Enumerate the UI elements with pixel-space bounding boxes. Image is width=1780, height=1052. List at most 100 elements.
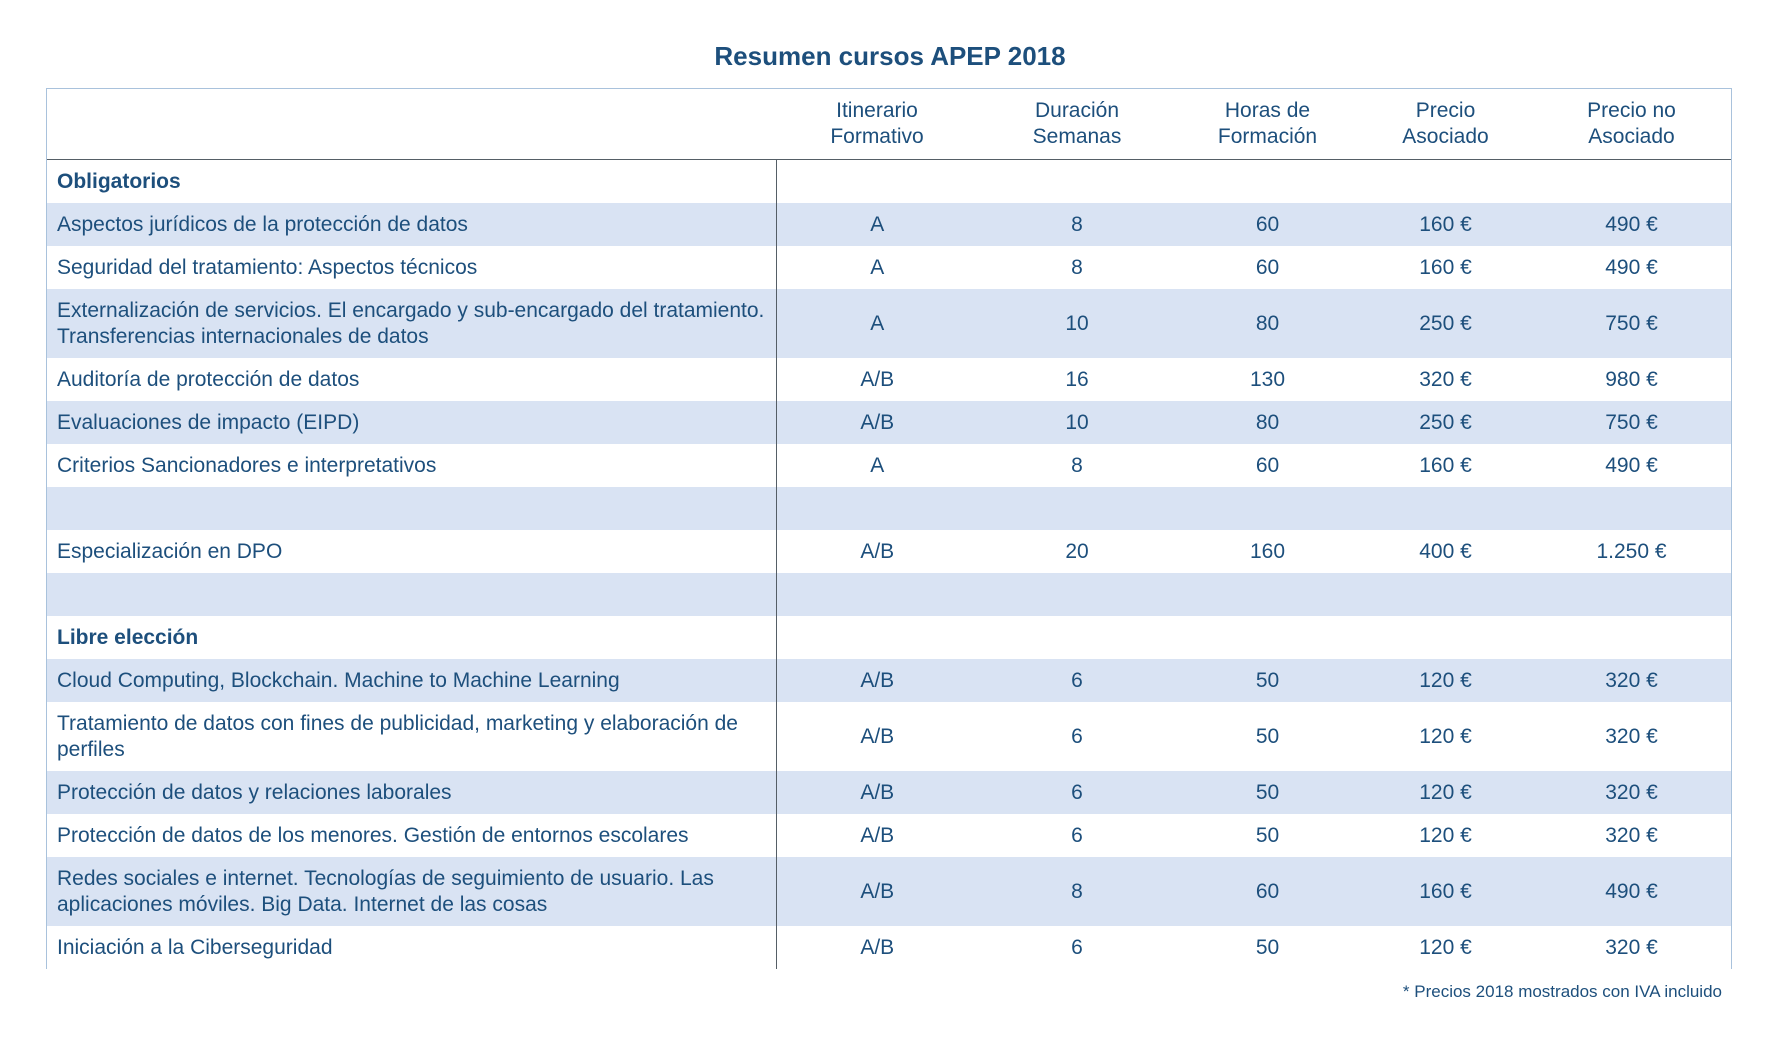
precio-asociado-cell: 250 € xyxy=(1359,401,1532,444)
table-row: Externalización de servicios. El encarga… xyxy=(47,289,1731,358)
itinerario-cell: A xyxy=(776,203,978,246)
course-name: Externalización de servicios. El encarga… xyxy=(47,289,777,358)
itinerario-cell: A/B xyxy=(860,935,895,959)
course-name: Especialización en DPO xyxy=(47,530,777,573)
course-name: Evaluaciones de impacto (EIPD) xyxy=(47,401,777,444)
horas-cell: 60 xyxy=(1176,203,1359,246)
duracion-cell: 6 xyxy=(1071,823,1083,847)
table-header-row: Itinerario Formativo Duración Semanas Ho… xyxy=(47,89,1731,160)
precio-asociado-cell: 160 € xyxy=(1359,203,1532,246)
duracion-cell: 6 xyxy=(1071,935,1083,959)
duracion-cell: 6 xyxy=(978,659,1176,702)
course-name: Aspectos jurídicos de la protección de d… xyxy=(47,203,777,246)
header-horas-line2: Formación xyxy=(1217,125,1318,148)
horas-cell: 80 xyxy=(1176,401,1359,444)
table-row: Criterios Sancionadores e interpretativo… xyxy=(47,444,1731,487)
table-row: Cloud Computing, Blockchain. Machine to … xyxy=(47,659,1731,702)
itinerario-cell: A/B xyxy=(860,823,895,847)
table-cell xyxy=(47,487,777,530)
itinerario-cell: A/B xyxy=(776,771,978,814)
table-row: Evaluaciones de impacto (EIPD) A/B 10 80… xyxy=(47,401,1731,444)
horas-cell: 50 xyxy=(1255,935,1280,959)
precio-asociado-cell: 320 € xyxy=(1419,367,1472,391)
duracion-cell: 10 xyxy=(978,401,1176,444)
header-precio-no-asociado-line2: Asociado xyxy=(1588,125,1675,148)
table-cell xyxy=(776,487,1731,530)
horas-cell: 50 xyxy=(1176,771,1359,814)
table-cell xyxy=(776,573,1731,616)
precio-no-asociado-cell: 320 € xyxy=(1605,823,1658,847)
course-name: Criterios Sancionadores e interpretativo… xyxy=(47,444,777,487)
header-precio-asociado-line1: Precio xyxy=(1415,99,1476,122)
horas-cell: 60 xyxy=(1176,857,1359,926)
course-name: Redes sociales e internet. Tecnologías d… xyxy=(47,857,777,926)
precio-asociado-cell: 120 € xyxy=(1419,935,1472,959)
blank-row xyxy=(47,573,1731,616)
precio-no-asociado-cell: 750 € xyxy=(1532,289,1731,358)
precio-no-asociado-cell: 980 € xyxy=(1605,367,1658,391)
precio-asociado-cell: 120 € xyxy=(1359,659,1532,702)
course-name: Seguridad del tratamiento: Aspectos técn… xyxy=(47,246,777,289)
course-name: Tratamiento de datos con fines de public… xyxy=(47,702,777,771)
precio-no-asociado-cell: 490 € xyxy=(1605,453,1658,477)
courses-table: Itinerario Formativo Duración Semanas Ho… xyxy=(47,89,1731,969)
section-row: Obligatorios xyxy=(47,159,1731,204)
precio-no-asociado-cell: 320 € xyxy=(1605,724,1658,748)
duracion-cell: 20 xyxy=(1065,539,1089,563)
header-course-name xyxy=(47,89,776,160)
duracion-cell: 16 xyxy=(1065,367,1089,391)
table-row: Seguridad del tratamiento: Aspectos técn… xyxy=(47,246,1731,289)
precio-no-asociado-cell: 320 € xyxy=(1532,771,1731,814)
header-horas-line1: Horas de xyxy=(1224,99,1311,122)
horas-cell: 60 xyxy=(1255,255,1280,279)
header-itinerario-line1: Itinerario xyxy=(836,99,918,122)
header-duracion-line2: Semanas xyxy=(1032,125,1122,148)
precio-asociado-cell: 160 € xyxy=(1419,255,1472,279)
duracion-cell: 10 xyxy=(978,289,1176,358)
course-name: Protección de datos y relaciones laboral… xyxy=(47,771,777,814)
table-row: Iniciación a la Ciberseguridad A/B 6 50 … xyxy=(47,926,1731,969)
horas-cell: 50 xyxy=(1255,823,1280,847)
header-horas: Horas de Formación xyxy=(1176,89,1359,160)
course-name: Auditoría de protección de datos xyxy=(47,358,777,401)
precio-no-asociado-cell: 1.250 € xyxy=(1596,539,1667,563)
header-itinerario: Itinerario Formativo xyxy=(776,89,978,160)
header-duracion: Duración Semanas xyxy=(978,89,1176,160)
table-cell xyxy=(776,160,1731,204)
header-duracion-line1: Duración xyxy=(1034,99,1120,122)
precio-asociado-cell: 400 € xyxy=(1419,539,1472,563)
duracion-cell: 8 xyxy=(978,203,1176,246)
course-name: Protección de datos de los menores. Gest… xyxy=(47,814,777,857)
course-name: Iniciación a la Ciberseguridad xyxy=(47,926,777,969)
table-cell xyxy=(47,573,777,616)
duracion-cell: 8 xyxy=(1071,453,1083,477)
header-precio-asociado: Precio Asociado xyxy=(1359,89,1532,160)
course-name: Cloud Computing, Blockchain. Machine to … xyxy=(47,659,777,702)
itinerario-cell: A/B xyxy=(860,539,895,563)
duracion-cell: 6 xyxy=(1071,724,1083,748)
horas-cell: 50 xyxy=(1255,724,1280,748)
courses-table-container: Itinerario Formativo Duración Semanas Ho… xyxy=(46,88,1732,969)
duracion-cell: 6 xyxy=(978,771,1176,814)
itinerario-cell: A/B xyxy=(860,724,895,748)
itinerario-cell: A xyxy=(776,289,978,358)
precio-asociado-cell: 160 € xyxy=(1359,857,1532,926)
table-row: Tratamiento de datos con fines de public… xyxy=(47,702,1731,771)
duracion-cell: 8 xyxy=(1071,255,1083,279)
itinerario-cell: A/B xyxy=(776,857,978,926)
itinerario-cell: A xyxy=(870,453,885,477)
header-precio-no-asociado: Precio no Asociado xyxy=(1532,89,1731,160)
section-title: Obligatorios xyxy=(47,159,777,203)
footnote: * Precios 2018 mostrados con IVA incluid… xyxy=(1402,982,1722,1001)
table-row: Auditoría de protección de datos A/B 16 … xyxy=(47,358,1731,401)
duracion-cell: 8 xyxy=(978,857,1176,926)
precio-no-asociado-cell: 320 € xyxy=(1605,935,1658,959)
itinerario-cell: A/B xyxy=(776,401,978,444)
itinerario-cell: A/B xyxy=(776,659,978,702)
table-row: Redes sociales e internet. Tecnologías d… xyxy=(47,857,1731,926)
section-title: Libre elección xyxy=(47,616,777,659)
precio-asociado-cell: 250 € xyxy=(1359,289,1532,358)
table-row: Especialización en DPO A/B 20 160 400 € … xyxy=(47,530,1731,573)
precio-no-asociado-cell: 320 € xyxy=(1532,659,1731,702)
precio-asociado-cell: 120 € xyxy=(1359,771,1532,814)
